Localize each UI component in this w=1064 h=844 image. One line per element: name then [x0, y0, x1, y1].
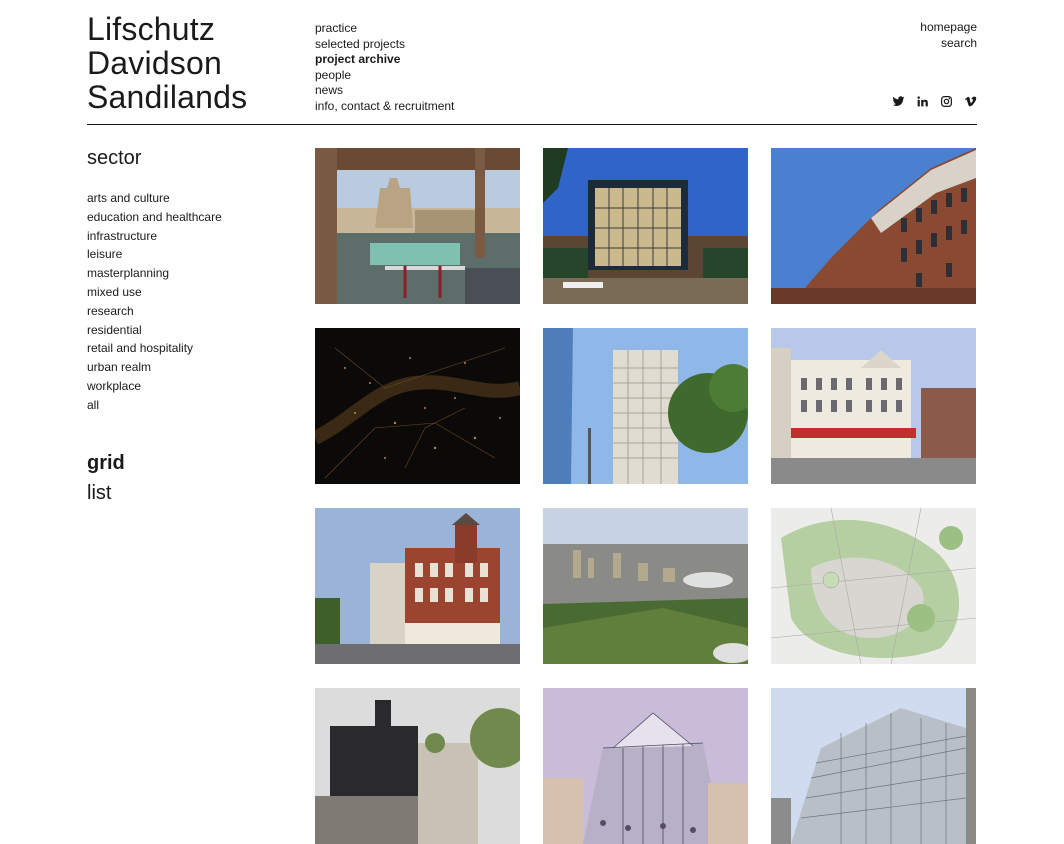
header-divider [87, 124, 977, 125]
project-grid [315, 148, 976, 844]
sector-all[interactable]: all [87, 398, 99, 412]
project-image [543, 508, 748, 664]
utility-nav: homepage search [920, 20, 977, 51]
sector-filter-list: arts and culture education and healthcar… [87, 189, 222, 415]
project-image [543, 328, 748, 484]
project-image [315, 688, 520, 844]
logo-line-2: Davidson [87, 45, 223, 81]
project-image [771, 328, 976, 484]
practice-logo[interactable]: Lifschutz Davidson Sandilands [87, 12, 247, 114]
sector-research[interactable]: research [87, 304, 134, 318]
nav-practice[interactable]: practice [315, 21, 454, 37]
main-nav: practice selected projects project archi… [315, 21, 454, 115]
linkedin-icon[interactable] [915, 94, 929, 108]
social-links [891, 94, 977, 108]
nav-news[interactable]: news [315, 83, 454, 99]
project-image [543, 688, 748, 844]
project-tile-glass-office[interactable] [771, 688, 976, 844]
sector-workplace[interactable]: workplace [87, 379, 141, 393]
twitter-icon[interactable] [891, 94, 905, 108]
instagram-icon[interactable] [939, 94, 953, 108]
nav-selected-projects[interactable]: selected projects [315, 37, 454, 53]
view-grid-toggle[interactable]: grid [87, 448, 222, 478]
sector-urban-realm[interactable]: urban realm [87, 360, 151, 374]
sector-masterplanning[interactable]: masterplanning [87, 266, 169, 280]
project-image [543, 148, 748, 304]
sector-infrastructure[interactable]: infrastructure [87, 229, 157, 243]
nav-project-archive[interactable]: project archive [315, 52, 454, 68]
project-tile-market-hall[interactable] [543, 688, 748, 844]
project-tile-red-brick-corner[interactable] [315, 508, 520, 664]
logo-line-3: Sandilands [87, 79, 248, 115]
project-image [771, 148, 976, 304]
sector-arts-and-culture[interactable]: arts and culture [87, 191, 170, 205]
project-tile-glass-cube[interactable] [543, 148, 748, 304]
sector-leisure[interactable]: leisure [87, 247, 122, 261]
view-toggle: grid list [87, 448, 222, 508]
nav-info-contact-recruitment[interactable]: info, contact & recruitment [315, 99, 454, 115]
project-tile-dark-clad-building[interactable] [315, 688, 520, 844]
logo-line-1: Lifschutz [87, 11, 216, 47]
sector-mixed-use[interactable]: mixed use [87, 285, 142, 299]
project-image [315, 148, 520, 304]
project-image [315, 508, 520, 664]
sector-sidebar: sector arts and culture education and he… [87, 146, 222, 508]
homepage-link[interactable]: homepage [920, 20, 977, 36]
view-list-toggle[interactable]: list [87, 478, 222, 508]
project-tile-brick-residential[interactable] [771, 148, 976, 304]
nav-people[interactable]: people [315, 68, 454, 84]
project-tile-aerial-park[interactable] [543, 508, 748, 664]
vimeo-icon[interactable] [963, 94, 977, 108]
project-image [771, 688, 976, 844]
project-tile-aerial-night[interactable] [315, 328, 520, 484]
sector-retail-and-hospitality[interactable]: retail and hospitality [87, 341, 193, 355]
project-image [315, 328, 520, 484]
project-image [771, 508, 976, 664]
search-link[interactable]: search [920, 36, 977, 52]
sector-education-and-healthcare[interactable]: education and healthcare [87, 210, 222, 224]
project-tile-office-tower[interactable] [543, 328, 748, 484]
sector-heading: sector [87, 147, 142, 169]
project-tile-masterplan[interactable] [771, 508, 976, 664]
sector-residential[interactable]: residential [87, 323, 142, 337]
project-tile-rooftop-terrace[interactable] [315, 148, 520, 304]
project-tile-stucco-building[interactable] [771, 328, 976, 484]
